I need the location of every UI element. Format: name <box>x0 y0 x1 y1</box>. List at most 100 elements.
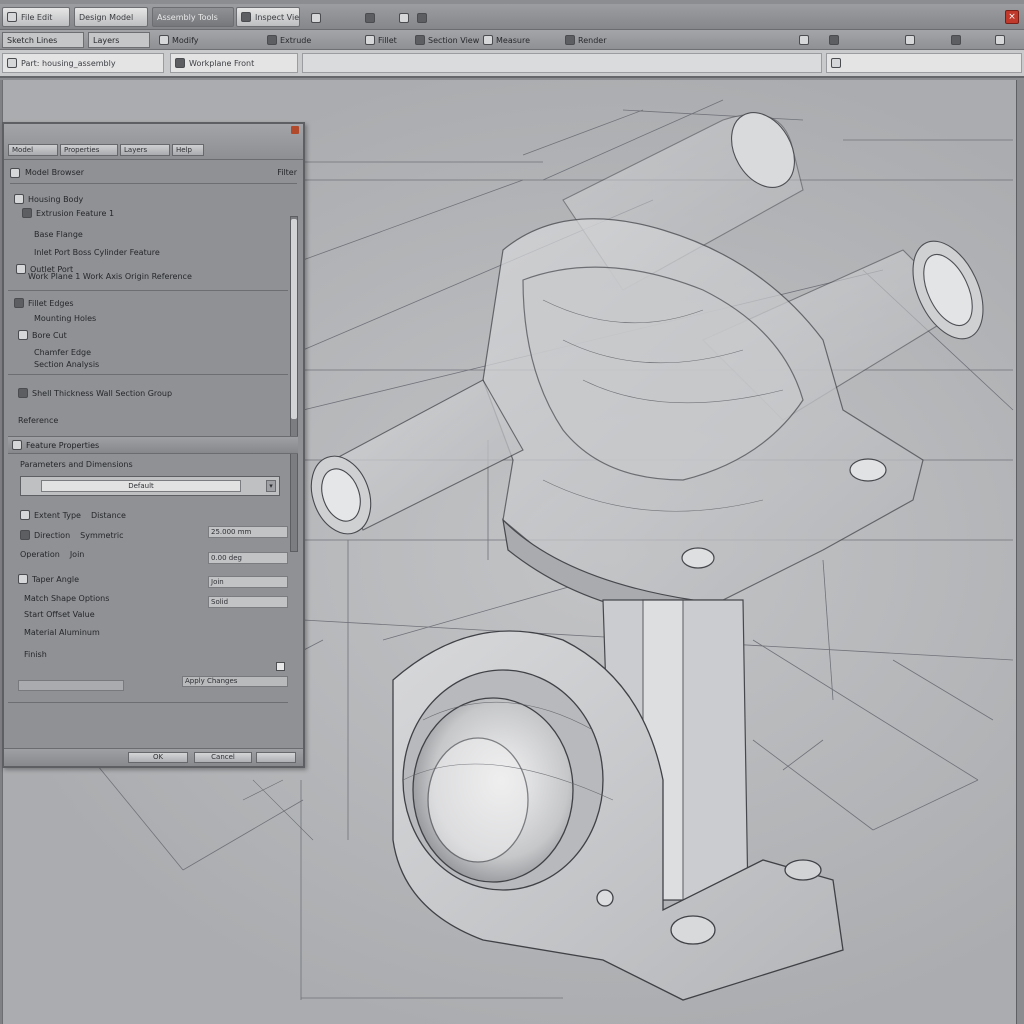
browser-icon <box>10 167 20 178</box>
file-icon <box>7 12 17 22</box>
prop-row: Taper Angle <box>18 574 79 584</box>
port-icon <box>16 264 26 274</box>
shell-icon <box>18 388 28 398</box>
toolbar-layers[interactable]: Layers <box>88 32 150 48</box>
panel-tab-layers[interactable]: Layers <box>120 144 170 156</box>
style-dropdown[interactable]: Default ▾ <box>20 476 280 496</box>
fillet-icon <box>365 35 375 45</box>
note-field[interactable] <box>18 680 124 691</box>
top-bar: File Edit Design Model Assembly Tools In… <box>0 0 1024 80</box>
panel-close-icon[interactable] <box>291 126 299 134</box>
panel-scrollbar[interactable] <box>290 216 298 552</box>
quick-access-3[interactable] <box>394 10 414 26</box>
panel-footer: OK Cancel <box>4 748 303 766</box>
fillet-icon <box>14 298 24 308</box>
workplane-field[interactable]: Workplane Front <box>170 53 298 73</box>
snap-button[interactable] <box>824 32 844 48</box>
close-button[interactable]: × <box>1005 10 1019 24</box>
scrollbar-thumb[interactable] <box>291 219 297 419</box>
list-item[interactable]: Fillet Edges <box>14 298 74 308</box>
address-row: Part: housing_assembly Workplane Front <box>0 50 1024 78</box>
operation-field[interactable]: Join <box>208 576 288 588</box>
list-item[interactable]: Bore Cut <box>18 330 67 340</box>
list-item[interactable]: Base Flange <box>34 230 83 239</box>
part-field[interactable]: Part: housing_assembly <box>2 53 164 73</box>
apply-field[interactable]: Apply Changes <box>182 676 288 687</box>
snap-icon <box>829 35 839 45</box>
cancel-button[interactable]: Cancel <box>194 752 252 763</box>
quick-access-1[interactable] <box>306 10 326 26</box>
grid-button[interactable] <box>794 32 814 48</box>
toolbar-sketch[interactable]: Sketch Lines <box>2 32 84 48</box>
prop-row: Match Shape Options <box>24 594 110 603</box>
settings-button[interactable] <box>990 32 1010 48</box>
status-field <box>826 53 1022 73</box>
angle-field[interactable]: 0.00 deg <box>208 552 288 564</box>
list-item[interactable]: Chamfer Edge <box>34 348 91 357</box>
list-item[interactable]: Inlet Port Boss Cylinder Feature <box>34 248 160 257</box>
part-icon <box>14 194 24 204</box>
preview-checkbox[interactable] <box>276 662 285 671</box>
panel-tab-help[interactable]: Help <box>172 144 204 156</box>
bore-icon <box>18 330 28 340</box>
panel-tab-model[interactable]: Model <box>8 144 58 156</box>
direction-icon <box>20 530 30 540</box>
toolbar-extrude[interactable]: Extrude <box>262 32 316 48</box>
properties-icon <box>12 440 22 450</box>
prop-row: Start Offset Value <box>24 610 95 619</box>
toolbar-modify[interactable]: Modify <box>154 32 204 48</box>
ortho-icon <box>905 35 915 45</box>
grid-icon <box>799 35 809 45</box>
toolbar-render[interactable]: Render <box>560 32 611 48</box>
list-item[interactable]: Housing Body <box>14 194 83 204</box>
list-item[interactable]: Extrusion Feature 1 <box>22 208 114 218</box>
apply-button[interactable] <box>256 752 296 763</box>
panel-header: Model Properties Layers Help <box>4 124 303 160</box>
title-tab-row: File Edit Design Model Assembly Tools In… <box>0 4 1024 30</box>
undo-icon <box>311 13 321 23</box>
left-pipe <box>310 379 524 535</box>
status-icon <box>831 58 841 68</box>
quick-access-2[interactable] <box>360 10 380 26</box>
panel-tab-properties[interactable]: Properties <box>60 144 118 156</box>
list-item[interactable]: Work Plane 1 Work Axis Origin Reference <box>28 272 192 281</box>
part-icon <box>7 58 17 68</box>
style-dropdown-value: Default <box>41 480 241 492</box>
tab-inspect[interactable]: Inspect View <box>236 7 300 27</box>
filter-link[interactable]: Filter <box>277 168 297 177</box>
section-title: Model Browser Filter <box>10 162 297 184</box>
tab-file[interactable]: File Edit <box>2 7 70 27</box>
prop-row: Extent Type Distance <box>20 510 126 520</box>
extrude-icon <box>267 35 277 45</box>
print-icon <box>417 13 427 23</box>
settings-icon <box>995 35 1005 45</box>
output-field[interactable]: Solid <box>208 596 288 608</box>
list-item[interactable]: Mounting Holes <box>34 314 96 323</box>
toolbar-section-view[interactable]: Section View <box>410 32 484 48</box>
ortho-button[interactable] <box>900 32 920 48</box>
distance-field[interactable]: 25.000 mm <box>208 526 288 538</box>
properties-subtitle: Parameters and Dimensions <box>20 460 133 469</box>
prop-row: Material Aluminum <box>24 628 100 637</box>
ok-button[interactable]: OK <box>128 752 188 763</box>
chevron-down-icon: ▾ <box>266 480 276 492</box>
tab-assembly[interactable]: Assembly Tools <box>152 7 234 27</box>
list-item[interactable]: Reference <box>18 416 58 425</box>
view-cube-icon <box>951 35 961 45</box>
inspect-icon <box>241 12 251 22</box>
section-icon <box>415 35 425 45</box>
tab-design[interactable]: Design Model <box>74 7 148 27</box>
toolbar-measure[interactable]: Measure <box>478 32 535 48</box>
view-cube-button[interactable] <box>946 32 966 48</box>
divider <box>8 290 288 291</box>
list-item[interactable]: Section Analysis <box>34 360 99 369</box>
list-item[interactable]: Shell Thickness Wall Section Group <box>18 388 172 398</box>
feature-icon <box>22 208 32 218</box>
prop-row: Finish <box>24 650 47 659</box>
workplane-icon <box>175 58 185 68</box>
command-field[interactable] <box>302 53 822 73</box>
toolbar-fillet[interactable]: Fillet <box>360 32 402 48</box>
extent-icon <box>20 510 30 520</box>
quick-access-4[interactable] <box>412 10 432 26</box>
viewport-scrollbar[interactable] <box>1016 80 1024 1024</box>
